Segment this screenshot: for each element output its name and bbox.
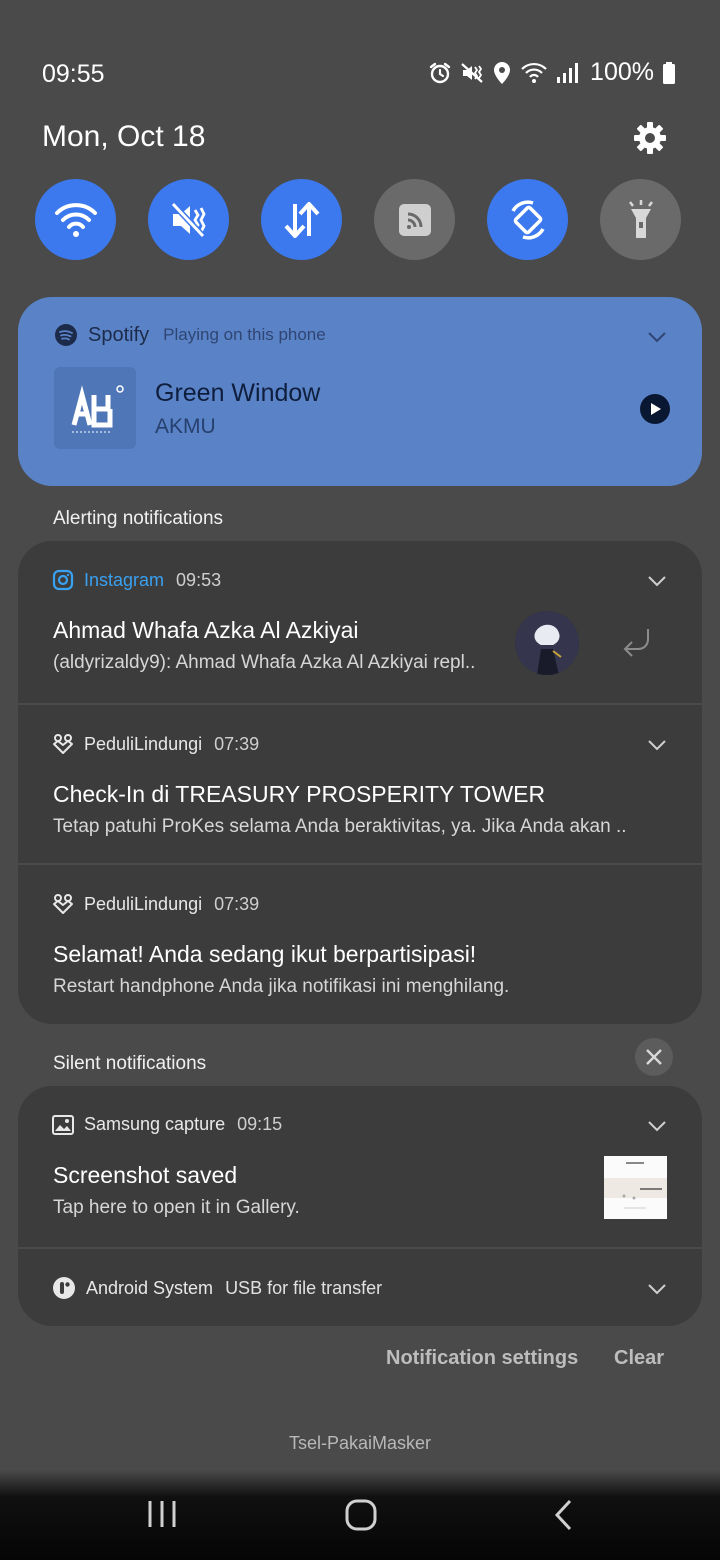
media-player-card[interactable]: Spotify Playing on this phone Green Wind… bbox=[18, 297, 702, 486]
mute-icon bbox=[170, 201, 206, 238]
notification-app-name: Android System bbox=[86, 1277, 214, 1298]
chevron-down-icon[interactable] bbox=[647, 575, 667, 587]
notification-app-name: Samsung capture bbox=[84, 1114, 226, 1134]
pedulilindungi-icon bbox=[53, 734, 73, 754]
date-label: Mon, Oct 18 bbox=[42, 120, 206, 153]
nfc-icon bbox=[398, 203, 431, 236]
notification-app-name: PeduliLindungi bbox=[84, 893, 203, 914]
media-app-name: Spotify bbox=[88, 323, 150, 346]
gear-icon[interactable] bbox=[632, 120, 668, 156]
auto-rotate-toggle[interactable] bbox=[487, 179, 568, 260]
notification-title: Screenshot saved bbox=[53, 1162, 238, 1188]
play-icon bbox=[651, 403, 661, 415]
play-button[interactable] bbox=[640, 394, 670, 424]
reply-icon[interactable] bbox=[620, 627, 652, 657]
clear-button[interactable]: Clear bbox=[614, 1347, 664, 1370]
silent-card: Samsung capture 09:15 Screenshot saved T… bbox=[18, 1086, 702, 1326]
notification-samsung-capture[interactable]: Samsung capture 09:15 Screenshot saved T… bbox=[18, 1086, 702, 1249]
notification-text: Tap here to open it in Gallery. bbox=[53, 1197, 300, 1218]
alerting-section-title: Alerting notifications bbox=[53, 508, 224, 529]
notification-text: (aldyrizaldy9): Ahmad Whafa Azka Al Azki… bbox=[53, 652, 476, 673]
screenshot-thumbnail bbox=[604, 1156, 667, 1219]
alarm-icon bbox=[429, 62, 451, 83]
mute-vibrate-icon bbox=[461, 62, 483, 83]
mobile-data-toggle[interactable] bbox=[261, 179, 342, 260]
notification-time: 07:39 bbox=[214, 733, 260, 754]
carrier-label: Tsel-PakaiMasker bbox=[288, 1433, 432, 1453]
flashlight-icon bbox=[628, 199, 653, 238]
android-system-icon bbox=[53, 1277, 75, 1299]
spotify-icon bbox=[55, 324, 77, 346]
battery-percent: 100% bbox=[590, 58, 654, 86]
notification-time: 07:39 bbox=[214, 893, 260, 914]
back-icon[interactable] bbox=[552, 1498, 576, 1532]
battery-icon bbox=[663, 61, 675, 84]
notification-time: 09:53 bbox=[176, 569, 222, 590]
song-title: Green Window bbox=[155, 379, 321, 407]
notification-text: Restart handphone Anda jika notifikasi i… bbox=[53, 976, 510, 997]
song-artist: AKMU bbox=[155, 415, 216, 438]
notification-instagram[interactable]: Instagram 09:53 Ahmad Whafa Azka Al Azki… bbox=[18, 541, 702, 705]
album-art bbox=[54, 367, 136, 449]
location-icon bbox=[494, 61, 511, 84]
notification-android-system[interactable]: Android System USB for file transfer bbox=[18, 1249, 702, 1326]
notification-text: Tetap patuhi ProKes selama Anda beraktiv… bbox=[53, 816, 627, 837]
notification-title: Check-In di TREASURY PROSPERITY TOWER bbox=[53, 781, 546, 807]
chevron-down-icon[interactable] bbox=[647, 331, 667, 343]
navigation-bar bbox=[0, 1470, 720, 1560]
media-subtitle: Playing on this phone bbox=[163, 325, 326, 344]
notification-app-name: Instagram bbox=[84, 569, 165, 590]
image-icon bbox=[52, 1114, 74, 1135]
status-time: 09:55 bbox=[42, 60, 105, 88]
pedulilindungi-icon bbox=[53, 894, 73, 914]
notification-title: Selamat! Anda sedang ikut berpartisipasi… bbox=[53, 941, 477, 967]
wifi-icon bbox=[54, 202, 97, 237]
notification-settings-button[interactable]: Notification settings bbox=[386, 1347, 578, 1370]
alerting-card: Instagram 09:53 Ahmad Whafa Azka Al Azki… bbox=[18, 541, 702, 1024]
instagram-icon bbox=[52, 569, 74, 591]
status-icons: 100% bbox=[428, 58, 676, 87]
avatar bbox=[515, 611, 579, 675]
notification-time: 09:15 bbox=[237, 1114, 283, 1134]
notification-title: Ahmad Whafa Azka Al Azkiyai bbox=[53, 617, 359, 643]
sound-mute-toggle[interactable] bbox=[148, 179, 229, 260]
silent-section-title: Silent notifications bbox=[53, 1053, 207, 1074]
notification-text: USB for file transfer bbox=[225, 1277, 383, 1298]
home-icon[interactable] bbox=[344, 1498, 378, 1532]
nfc-toggle[interactable] bbox=[374, 179, 455, 260]
signal-icon bbox=[557, 62, 579, 83]
wifi-icon bbox=[521, 62, 547, 83]
close-icon bbox=[646, 1049, 662, 1065]
flashlight-toggle[interactable] bbox=[600, 179, 681, 260]
notification-pedulilindungi-checkin[interactable]: PeduliLindungi 07:39 Check-In di TREASUR… bbox=[18, 705, 702, 865]
rotate-icon bbox=[510, 200, 545, 239]
recents-icon[interactable] bbox=[146, 1498, 178, 1530]
wifi-toggle[interactable] bbox=[35, 179, 116, 260]
data-arrows-icon bbox=[284, 201, 319, 238]
notification-app-name: PeduliLindungi bbox=[84, 733, 203, 754]
chevron-down-icon[interactable] bbox=[647, 739, 667, 751]
chevron-down-icon[interactable] bbox=[647, 1283, 667, 1295]
notification-pedulilindungi-participation[interactable]: PeduliLindungi 07:39 Selamat! Anda sedan… bbox=[18, 865, 702, 1024]
chevron-down-icon[interactable] bbox=[647, 1120, 667, 1132]
dismiss-silent-button[interactable] bbox=[635, 1038, 673, 1076]
